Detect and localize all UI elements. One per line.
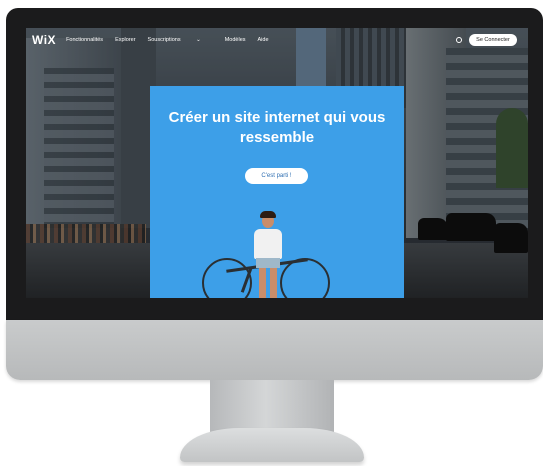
hero-title: Créer un site internet qui vous ressembl… <box>150 108 404 148</box>
monitor-chin <box>6 320 543 380</box>
site-header: WiX Fonctionnalités Explorer Souscriptio… <box>26 28 528 52</box>
get-started-button[interactable]: C'est parti ! <box>245 168 308 184</box>
hero-banner: Créer un site internet qui vous ressembl… <box>150 86 404 298</box>
nav-item-explore[interactable]: Explorer <box>115 37 135 43</box>
login-button[interactable]: Se Connecter <box>469 34 517 46</box>
main-nav: Fonctionnalités Explorer Souscriptions ⌄… <box>66 37 280 43</box>
nav-item-help[interactable]: Aide <box>258 37 269 43</box>
monitor-stand-base <box>180 428 364 462</box>
nav-item-label: Souscriptions <box>147 37 181 43</box>
hero-title-line-2: ressemble <box>239 129 315 146</box>
nav-item-templates[interactable]: Modèles <box>225 37 246 43</box>
hero-title-line-1: Créer un site internet qui vous <box>168 109 386 126</box>
website-screen: WiX Fonctionnalités Explorer Souscriptio… <box>26 28 528 298</box>
wix-logo[interactable]: WiX <box>32 33 56 47</box>
nav-item-subscriptions[interactable]: Souscriptions ⌄ <box>148 37 213 43</box>
chevron-down-icon: ⌄ <box>196 37 201 43</box>
nav-item-features[interactable]: Fonctionnalités <box>66 37 103 43</box>
globe-icon[interactable] <box>456 37 462 43</box>
